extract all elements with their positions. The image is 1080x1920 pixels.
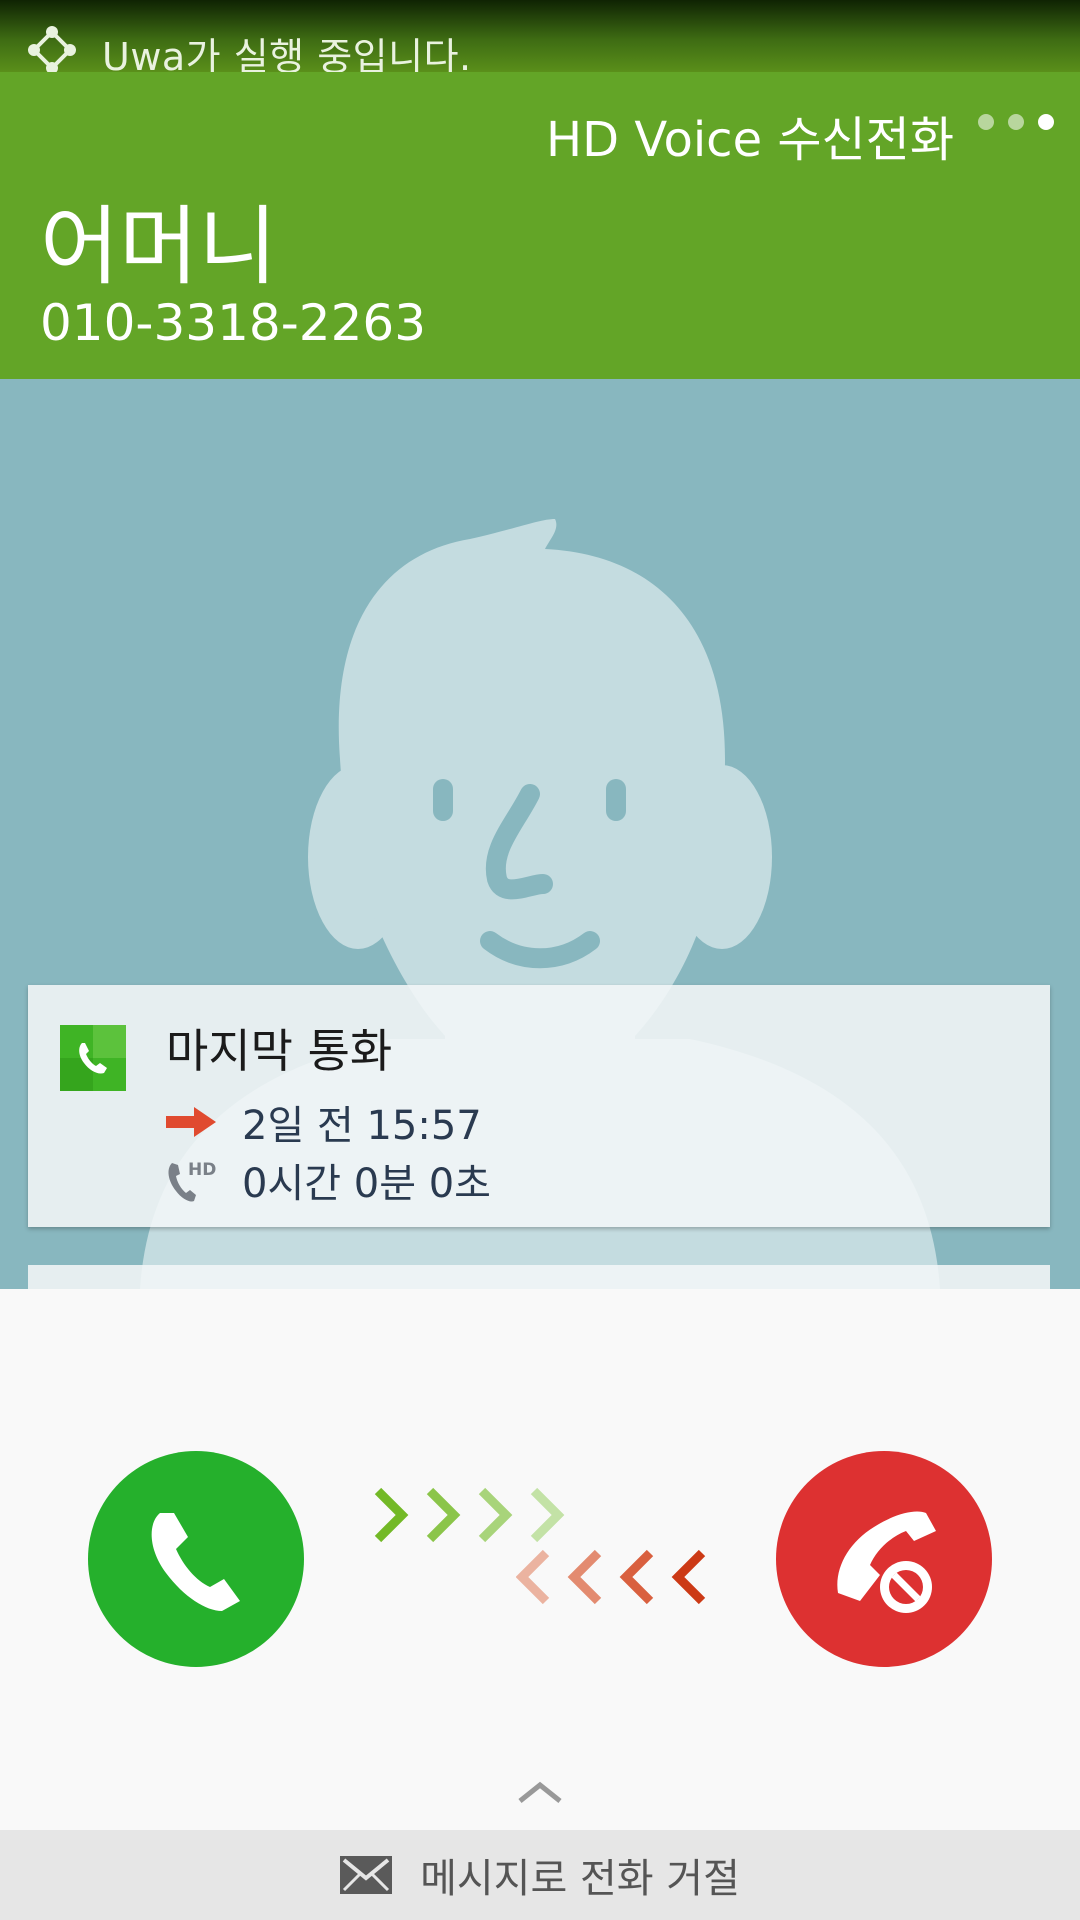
call-type-label: HD Voice 수신전화 bbox=[546, 112, 954, 168]
page-indicator bbox=[978, 114, 1054, 130]
swipe-right-arrows bbox=[374, 1487, 565, 1543]
phone-app-icon bbox=[60, 1025, 126, 1091]
decline-call-button[interactable] bbox=[776, 1451, 992, 1667]
last-call-title: 마지막 통화 bbox=[166, 1024, 393, 1078]
last-call-duration-row: HD 0시간 0분 0초 bbox=[166, 1151, 491, 1209]
mail-icon bbox=[340, 1856, 393, 1894]
caller-number: 010-3318-2263 bbox=[40, 294, 427, 352]
call-action-area bbox=[0, 1289, 1080, 1830]
swipe-left-arrows bbox=[516, 1549, 706, 1605]
svg-text:HD: HD bbox=[188, 1160, 216, 1180]
call-header: HD Voice 수신전화 어머니 010-3318-2263 bbox=[0, 72, 1080, 379]
outgoing-arrow-icon bbox=[166, 1107, 216, 1137]
caller-name: 어머니 bbox=[40, 197, 278, 297]
last-call-time: 2일 전 15:57 bbox=[242, 1103, 482, 1149]
last-call-time-row: 2일 전 15:57 bbox=[166, 1093, 482, 1151]
hd-call-icon: HD bbox=[168, 1160, 216, 1202]
reject-with-message-label: 메시지로 전화 거절 bbox=[420, 1856, 740, 1902]
status-bar: Uwa가 실행 중입니다. bbox=[0, 0, 1080, 79]
phone-decline-icon bbox=[837, 1511, 936, 1613]
chevron-up-icon bbox=[518, 1781, 562, 1803]
page-dot bbox=[978, 114, 994, 130]
accept-call-button[interactable] bbox=[88, 1451, 304, 1667]
page-dot-active bbox=[1038, 114, 1054, 130]
last-call-card[interactable]: 마지막 통화 2일 전 15:57 HD 0시간 0분 0초 bbox=[28, 985, 1050, 1227]
page-dot bbox=[1008, 114, 1024, 130]
last-call-duration: 0시간 0분 0초 bbox=[242, 1161, 491, 1207]
reject-with-message-bar[interactable]: 메시지로 전화 거절 bbox=[0, 1830, 1080, 1920]
phone-icon bbox=[151, 1513, 240, 1611]
nodes-icon bbox=[28, 26, 76, 74]
